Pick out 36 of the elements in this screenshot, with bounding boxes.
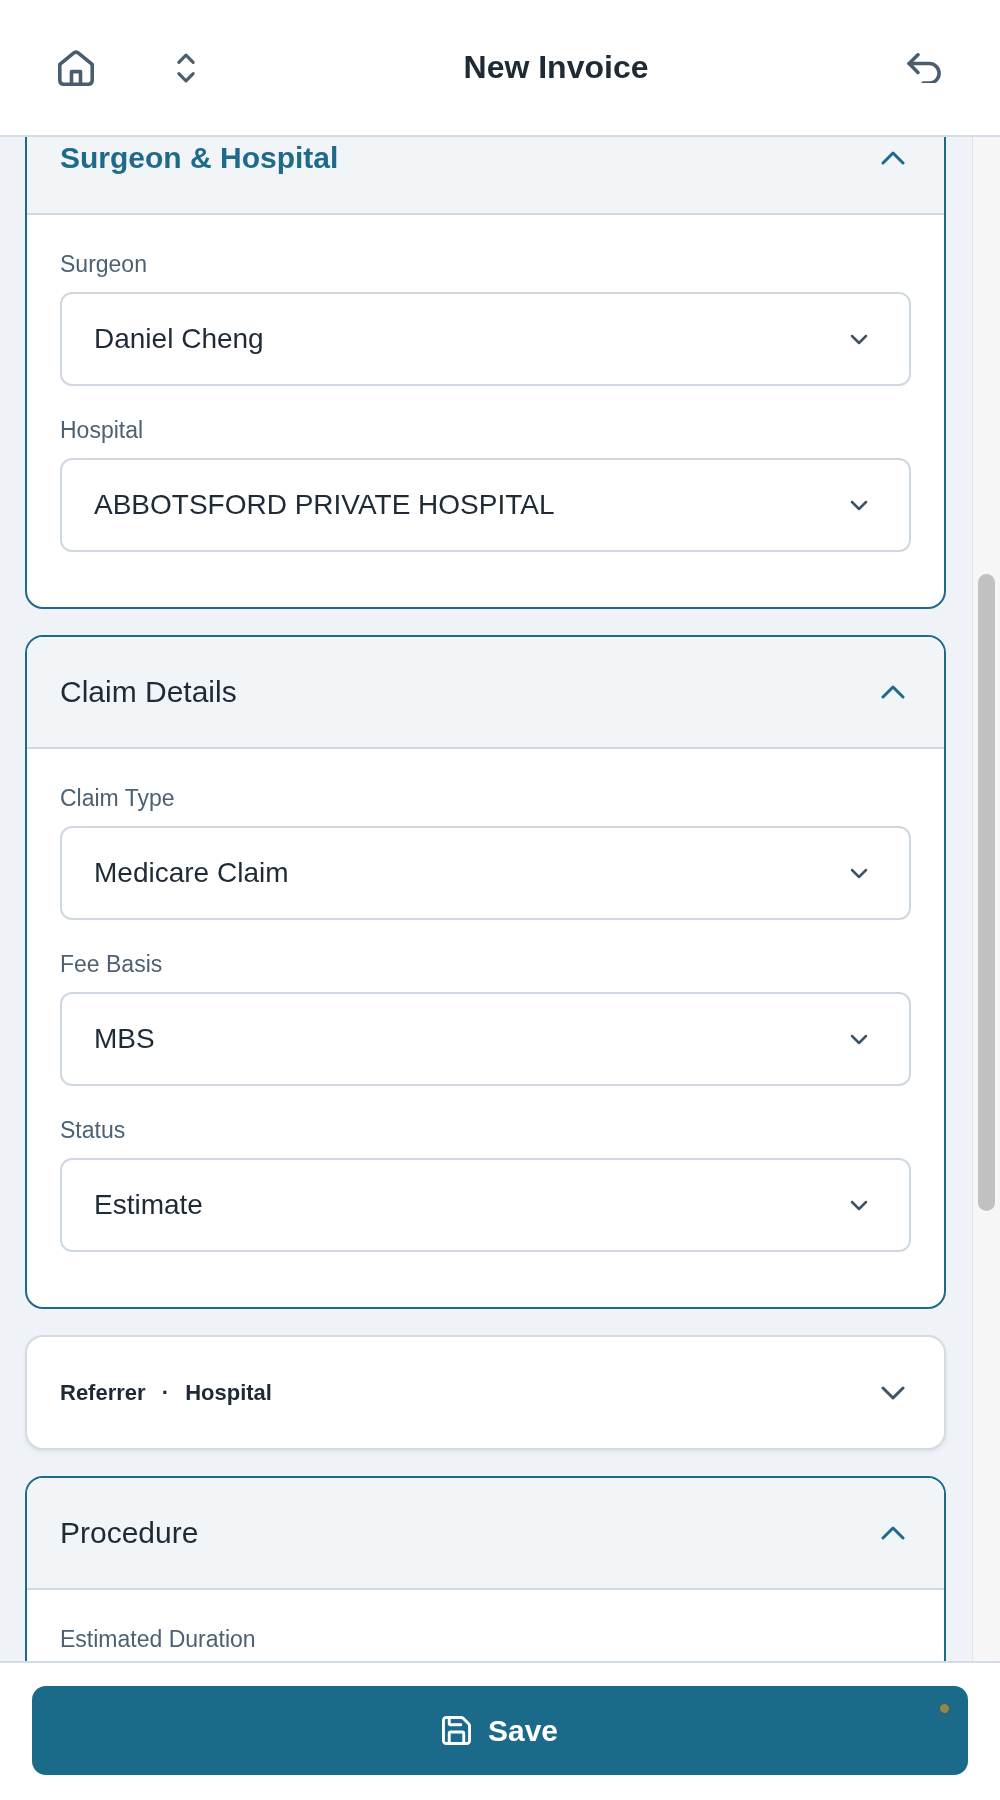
field-label: Surgeon xyxy=(60,252,147,276)
collapsed-section-card[interactable]: Referrer · Hospital xyxy=(25,1335,946,1450)
save-button[interactable]: Save xyxy=(32,1686,968,1775)
status-dot-icon xyxy=(939,1703,950,1714)
section-header[interactable]: Claim Details xyxy=(27,637,944,749)
field-label: Claim Type xyxy=(60,786,175,810)
field-label: Fee Basis xyxy=(60,952,163,976)
home-icon[interactable] xyxy=(58,49,94,86)
section-header[interactable]: Procedure xyxy=(27,1478,944,1590)
field-label: Hospital xyxy=(60,418,144,442)
chevron-down-icon xyxy=(850,333,868,345)
section-header[interactable]: Surgeon & Hospital xyxy=(27,137,944,215)
select-field[interactable]: Estimate xyxy=(60,1158,911,1252)
chevron-down-icon xyxy=(850,1199,868,1211)
field-label: Status xyxy=(60,1118,126,1142)
chevron-down-icon[interactable] xyxy=(881,1385,905,1400)
chevron-up-icon[interactable] xyxy=(881,685,905,699)
section-title: Procedure xyxy=(60,1516,199,1550)
save-icon xyxy=(441,1716,471,1745)
page-title: New Invoice xyxy=(462,49,650,86)
chevron-up-down-icon[interactable] xyxy=(176,51,196,84)
chevron-up-icon[interactable] xyxy=(881,1526,905,1540)
section-title: Claim Details xyxy=(60,675,237,709)
chevron-up-icon[interactable] xyxy=(881,151,905,165)
section-title: Referrer · Hospital xyxy=(60,1379,272,1406)
select-field[interactable]: Daniel Cheng xyxy=(60,292,911,386)
select-field[interactable]: ABBOTSFORD PRIVATE HOSPITAL xyxy=(60,458,911,552)
section-title: Surgeon & Hospital xyxy=(60,141,339,175)
chevron-down-icon xyxy=(850,867,868,879)
chevron-down-icon xyxy=(850,1033,868,1045)
scrollbar-thumb[interactable] xyxy=(978,574,995,1211)
undo-icon[interactable] xyxy=(907,52,943,83)
select-field[interactable]: MBS xyxy=(60,992,911,1086)
field-label: Estimated Duration xyxy=(60,1627,256,1651)
chevron-down-icon xyxy=(850,499,868,511)
select-field[interactable]: Medicare Claim xyxy=(60,826,911,920)
